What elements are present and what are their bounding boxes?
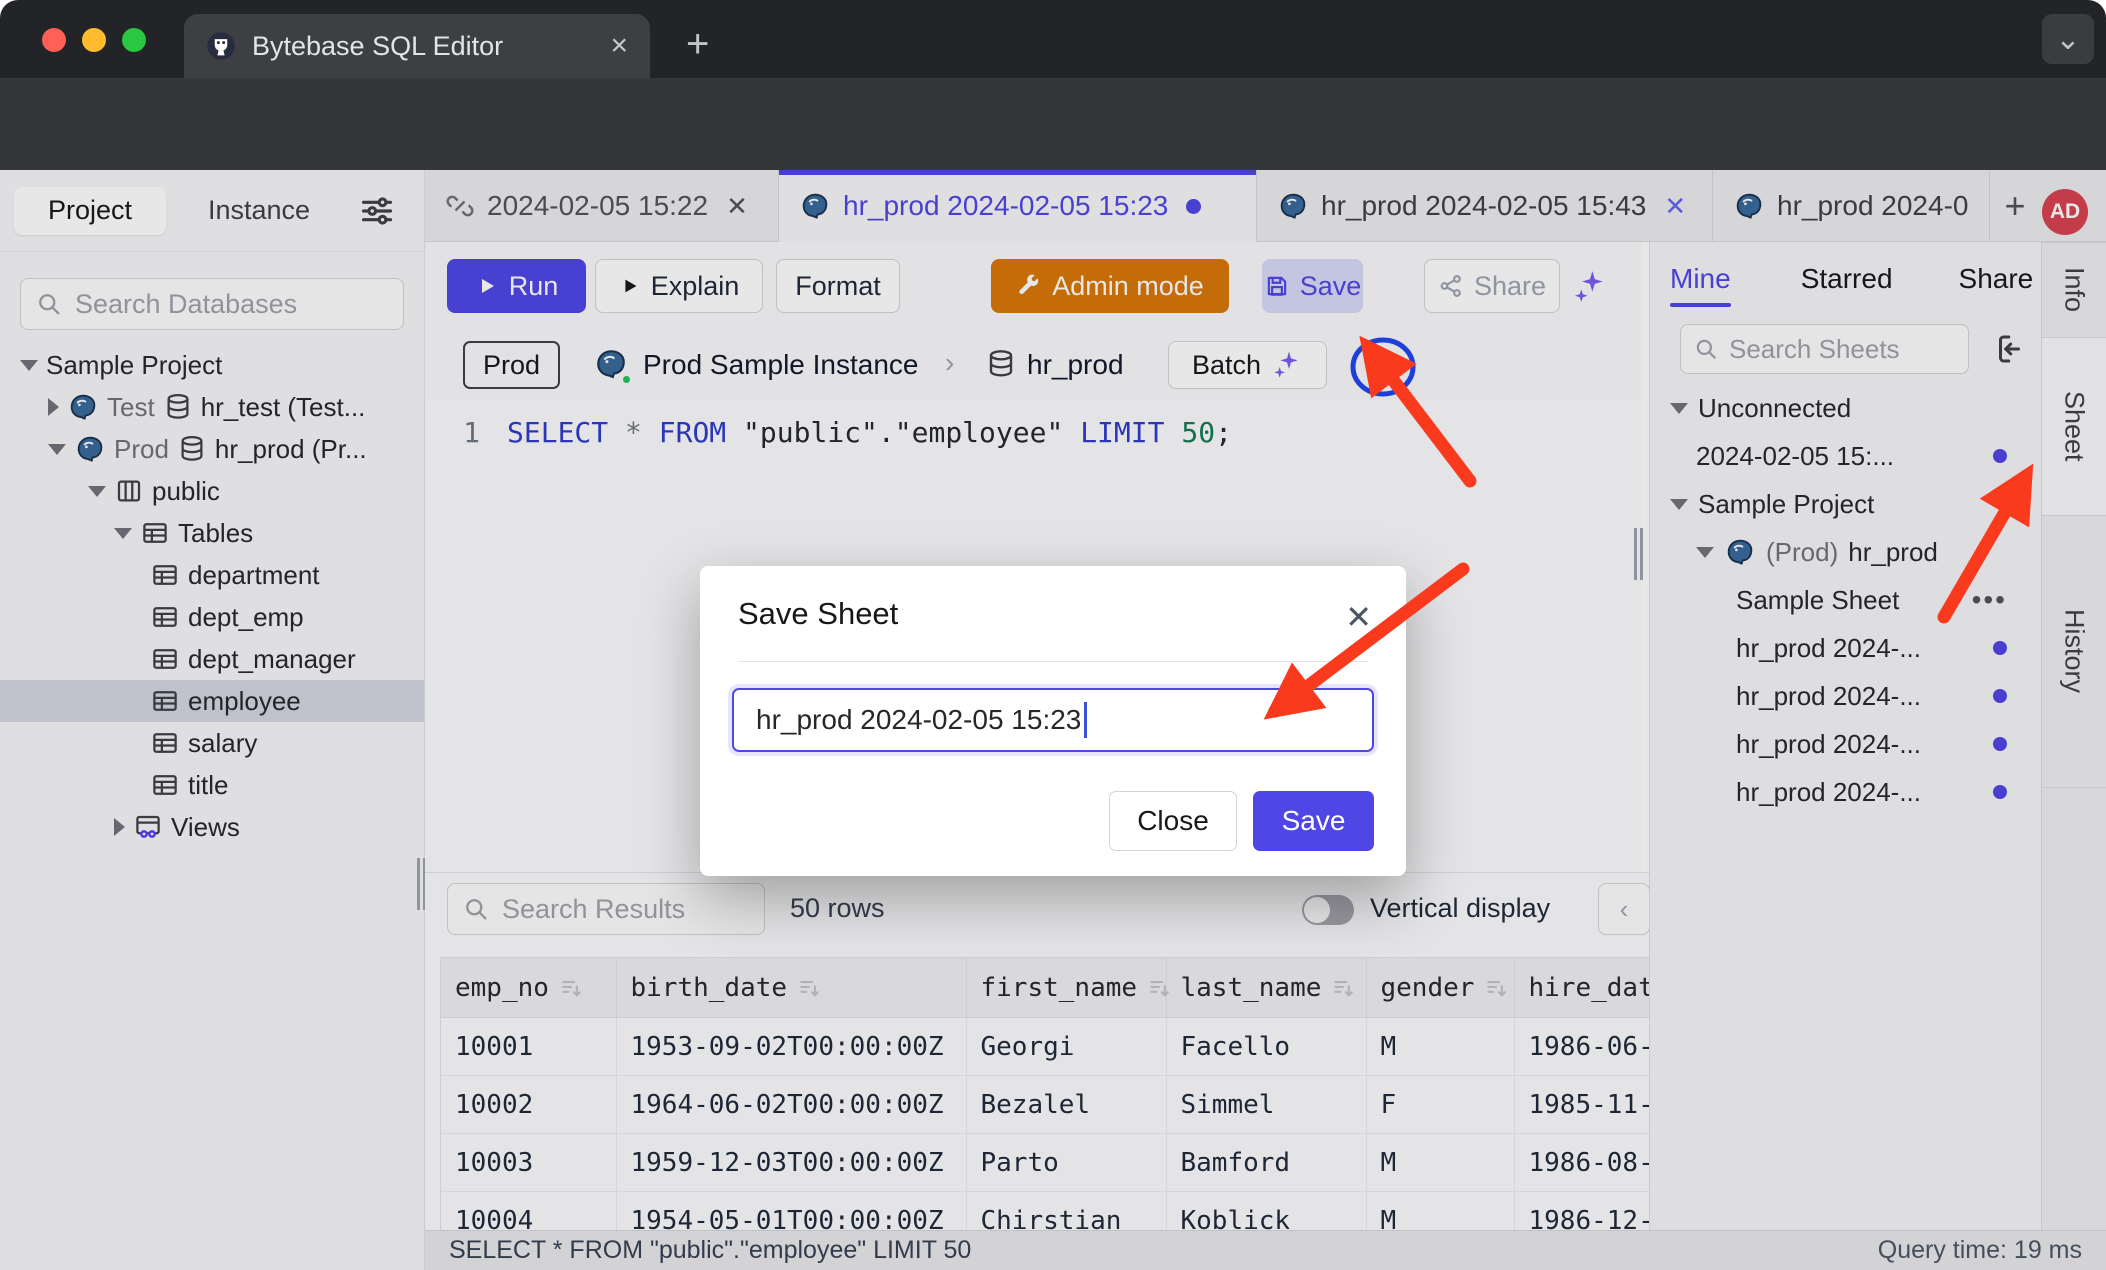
new-tab-button[interactable]: + — [686, 24, 709, 64]
dialog-title: Save Sheet — [738, 596, 1368, 632]
dialog-save-button[interactable]: Save — [1253, 791, 1374, 851]
browser-titlebar: Bytebase SQL Editor × + ⌄ — [0, 0, 2106, 78]
window-minimize-button[interactable] — [82, 28, 106, 52]
sheet-name-input[interactable]: hr_prod 2024-02-05 15:23 — [732, 688, 1374, 752]
dialog-close-icon[interactable]: ✕ — [1345, 598, 1372, 636]
browser-toolbar: localhost:8080/sql-editor/prod-sample-in… — [0, 78, 2106, 170]
window-close-button[interactable] — [42, 28, 66, 52]
sheet-name-value: hr_prod 2024-02-05 15:23 — [756, 704, 1081, 736]
tab-search-chevron-button[interactable]: ⌄ — [2042, 14, 2094, 64]
window-zoom-button[interactable] — [122, 28, 146, 52]
text-caret — [1084, 702, 1087, 738]
browser-tab[interactable]: Bytebase SQL Editor × — [184, 14, 650, 78]
bytebase-favicon — [206, 31, 236, 61]
browser-tab-title: Bytebase SQL Editor — [252, 31, 594, 62]
close-tab-icon[interactable]: × — [610, 31, 628, 61]
dialog-close-button[interactable]: Close — [1109, 791, 1237, 851]
save-sheet-dialog: Save Sheet ✕ hr_prod 2024-02-05 15:23 Cl… — [700, 566, 1406, 876]
